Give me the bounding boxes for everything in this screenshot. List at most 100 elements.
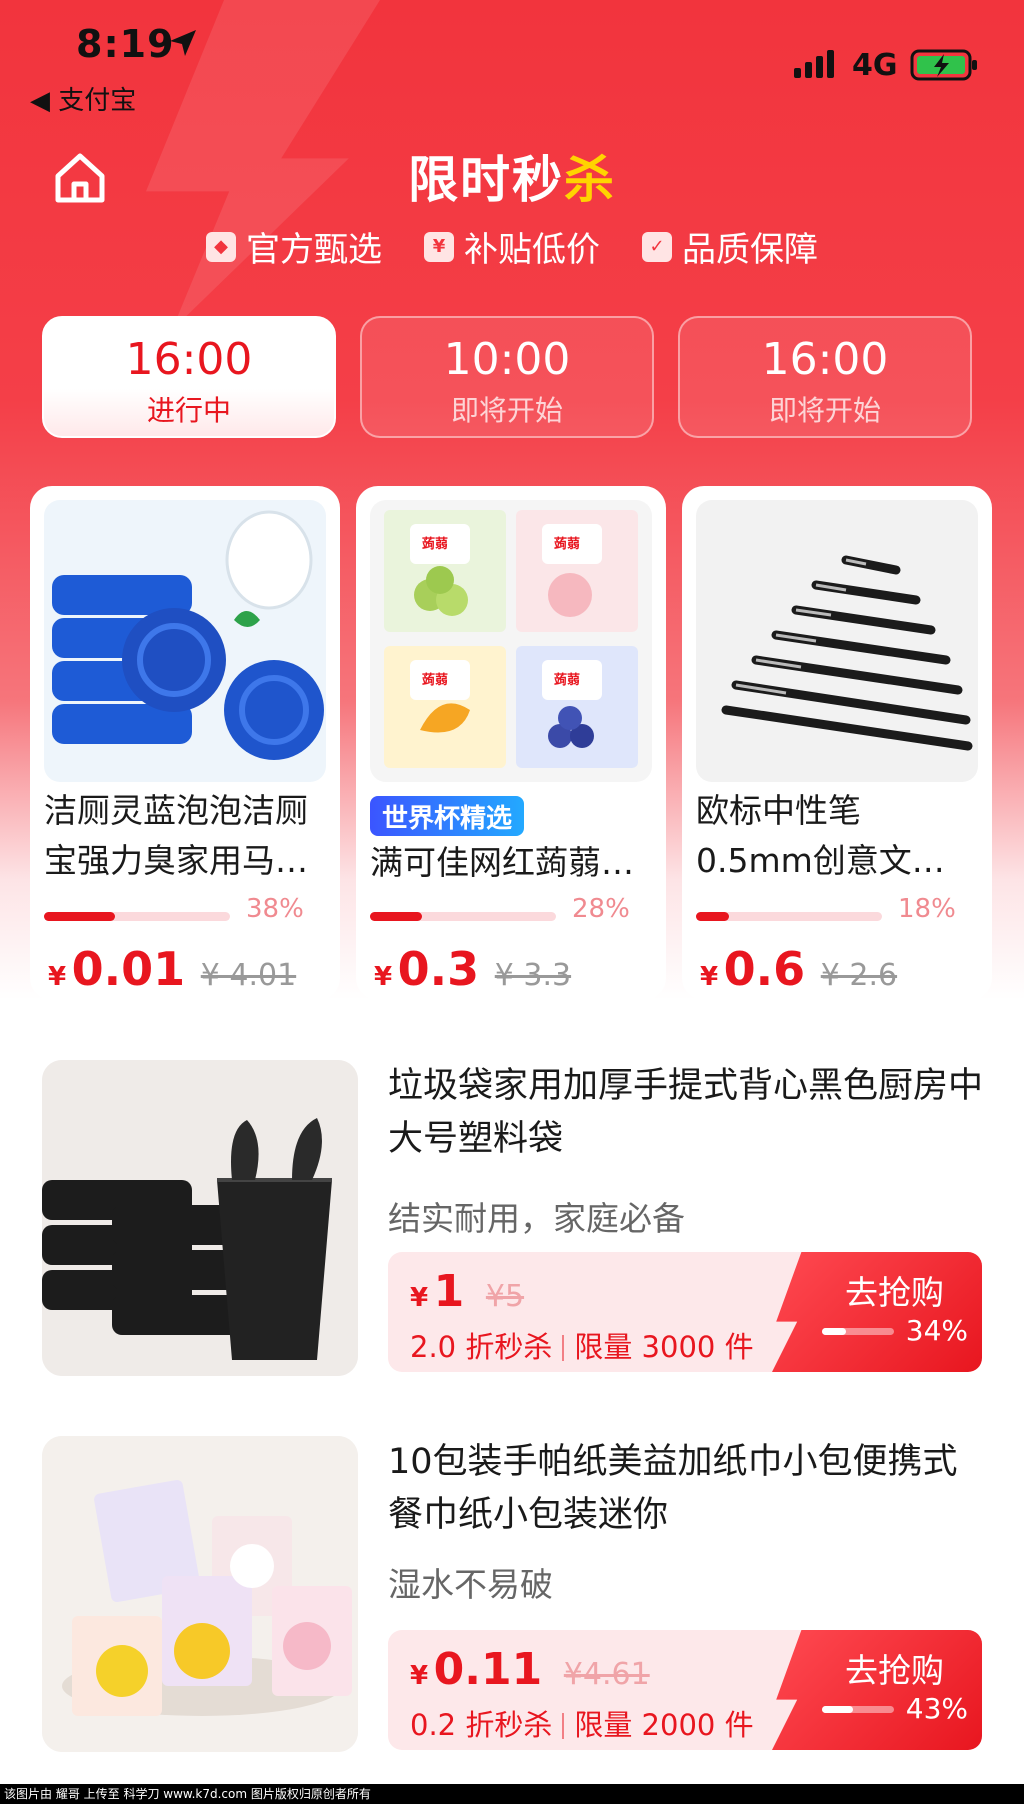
slot-time: 16:00 — [125, 334, 253, 385]
discount-text: 0.2 折秒杀 — [410, 1708, 553, 1742]
sale-price: 1 — [433, 1266, 465, 1317]
sold-progress-bar — [696, 912, 882, 921]
location-arrow-icon — [170, 30, 196, 56]
sold-progress-bar — [44, 912, 230, 921]
tag-label: 补贴低价 — [464, 230, 600, 270]
tag-official: ◆ 官方甄选 — [206, 222, 382, 271]
list-item[interactable]: 10包装手帕纸美益加纸巾小包便携式餐巾纸小包装迷你 湿水不易破 ¥ 0.11 ¥… — [42, 1436, 982, 1752]
product-image — [44, 500, 326, 782]
product-title: 垃圾袋家用加厚手提式背心黑色厨房中大号塑料袋 — [388, 1066, 984, 1159]
svg-text:蒟蒻: 蒟蒻 — [422, 536, 448, 552]
sold-percent: 38% — [246, 894, 304, 924]
product-title: 洁厕灵蓝泡泡洁厕 宝强力臭家用马… — [44, 786, 326, 886]
price-currency: ¥ — [700, 962, 719, 992]
slot-status: 即将开始 — [450, 394, 563, 427]
product-image — [42, 1436, 358, 1752]
sold-percent: 34% — [905, 1314, 968, 1347]
product-subtitle: 结实耐用，家庭必备 — [388, 1199, 685, 1238]
price-currency: ¥ — [48, 962, 67, 992]
time-slot-tabs: 16:00 进行中 10:00 即将开始 16:00 即将开始 — [42, 316, 972, 438]
price-block: ¥ 0.11 ¥4.61 — [410, 1644, 650, 1695]
tag-quality: ✓ 品质保障 — [642, 222, 818, 271]
sold-progress-fill — [370, 912, 423, 921]
flash-sale-bar: ¥ 1 ¥5 2.0 折秒杀 限量 3000 件 去抢购 34% — [388, 1252, 982, 1372]
limit-text: 限量 3000 件 — [574, 1330, 754, 1364]
original-price: ¥4.61 — [563, 1657, 650, 1692]
product-card[interactable]: 蒟蒻 蒟蒻 蒟蒻 蒟蒻 世界杯精选 满可佳网红蒟蒻… 28% ¥ 0.3 ¥ 3.3 — [356, 486, 666, 1000]
page-title-last-char: 杀 — [564, 151, 616, 209]
buy-now-button[interactable]: 去抢购 43% — [772, 1630, 982, 1750]
shield-check-icon: ✓ — [642, 231, 672, 262]
price-currency: ¥ — [410, 1283, 429, 1313]
sale-price: 0.01 — [71, 942, 186, 996]
battery-charging-icon — [910, 49, 977, 81]
sale-meta: 2.0 折秒杀 限量 3000 件 — [410, 1324, 754, 1366]
sold-progress-bar — [822, 1328, 894, 1335]
buy-now-button[interactable]: 去抢购 34% — [772, 1252, 982, 1372]
product-title-line2: 宝强力臭家用马… — [44, 841, 308, 880]
original-price: ¥ 4.01 — [200, 958, 297, 993]
sale-price: 0.6 — [723, 942, 806, 996]
product-title: 满可佳网红蒟蒻… — [370, 838, 652, 888]
diamond-badge-icon: ◆ — [206, 231, 236, 262]
price-block: ¥ 0.6 ¥ 2.6 — [700, 942, 897, 996]
time-slot-2[interactable]: 10:00 即将开始 — [360, 316, 654, 438]
product-card[interactable]: 洁厕灵蓝泡泡洁厕 宝强力臭家用马… 38% ¥ 0.01 ¥ 4.01 — [30, 486, 340, 1000]
slot-status: 进行中 — [146, 394, 231, 427]
sold-progress-bar — [370, 912, 556, 921]
status-time: 8:19 — [76, 22, 175, 66]
svg-text:蒟蒻: 蒟蒻 — [422, 672, 448, 688]
tag-label: 官方甄选 — [246, 230, 382, 270]
sale-price: 0.11 — [433, 1644, 543, 1695]
product-card[interactable]: 欧标中性笔 0.5mm创意文… 18% ¥ 0.6 ¥ 2.6 — [682, 486, 992, 1000]
product-image — [42, 1060, 358, 1376]
list-item[interactable]: 垃圾袋家用加厚手提式背心黑色厨房中大号塑料袋 结实耐用，家庭必备 ¥ 1 ¥5 … — [42, 1060, 983, 1376]
original-price: ¥5 — [485, 1279, 525, 1314]
featured-products: 洁厕灵蓝泡泡洁厕 宝强力臭家用马… 38% ¥ 0.01 ¥ 4.01 蒟蒻 蒟… — [30, 486, 992, 1000]
watermark-footer: 该图片由 耀哥 上传至 科学刀 www.k7d.com 图片版权归原创者所有 — [0, 1784, 1024, 1804]
sale-meta: 0.2 折秒杀 限量 2000 件 — [410, 1702, 754, 1744]
divider — [562, 1713, 565, 1739]
page-title: 限时秒杀 — [0, 140, 1024, 212]
sold-progress-fill — [696, 912, 730, 921]
divider — [562, 1335, 565, 1361]
sold-percent: 28% — [572, 894, 630, 924]
buy-button-label: 去抢购 — [845, 1651, 944, 1690]
original-price: ¥ 3.3 — [494, 958, 572, 993]
original-price: ¥ 2.6 — [820, 958, 898, 993]
slot-time: 16:00 — [761, 334, 889, 385]
price-block: ¥ 0.3 ¥ 3.3 — [374, 942, 571, 996]
product-title-line1: 洁厕灵蓝泡泡洁厕 — [44, 791, 308, 830]
svg-text:蒟蒻: 蒟蒻 — [554, 672, 580, 688]
price-block: ¥ 0.01 ¥ 4.01 — [48, 942, 296, 996]
sale-price: 0.3 — [397, 942, 480, 996]
svg-text:蒟蒻: 蒟蒻 — [554, 536, 580, 552]
product-image: 蒟蒻 蒟蒻 蒟蒻 蒟蒻 — [370, 500, 652, 782]
sold-progress-fill — [44, 912, 115, 921]
product-subtitle: 湿水不易破 — [388, 1565, 553, 1604]
tag-label: 品质保障 — [682, 230, 818, 270]
price-currency: ¥ — [374, 962, 393, 992]
sold-progress-fill — [822, 1328, 847, 1335]
limit-text: 限量 2000 件 — [574, 1708, 754, 1742]
network-type: 4G — [852, 48, 898, 83]
tag-subsidy: ¥ 补贴低价 — [424, 222, 600, 271]
back-to-alipay-link[interactable]: ◀ 支付宝 — [30, 80, 136, 117]
coupon-icon: ¥ — [424, 231, 454, 262]
badge-label: 世界杯精选 — [370, 796, 525, 836]
time-slot-1[interactable]: 16:00 进行中 — [42, 316, 336, 438]
discount-text: 2.0 折秒杀 — [410, 1330, 553, 1364]
product-image — [696, 500, 978, 782]
slot-time: 10:00 — [443, 334, 571, 385]
product-title-line1: 欧标中性笔 — [696, 791, 861, 830]
product-title-line2: 满可佳网红蒟蒻… — [370, 843, 634, 882]
page-title-text: 限时秒 — [408, 151, 564, 209]
signal-icon — [794, 50, 834, 78]
time-slot-3[interactable]: 16:00 即将开始 — [678, 316, 972, 438]
product-title: 欧标中性笔 0.5mm创意文… — [696, 786, 978, 886]
product-title: 10包装手帕纸美益加纸巾小包便携式餐巾纸小包装迷你 — [388, 1442, 958, 1535]
sold-percent: 18% — [898, 894, 956, 924]
price-currency: ¥ — [410, 1661, 429, 1691]
world-cup-badge: 世界杯精选 — [370, 796, 525, 836]
product-title-line2: 0.5mm创意文… — [696, 841, 945, 880]
